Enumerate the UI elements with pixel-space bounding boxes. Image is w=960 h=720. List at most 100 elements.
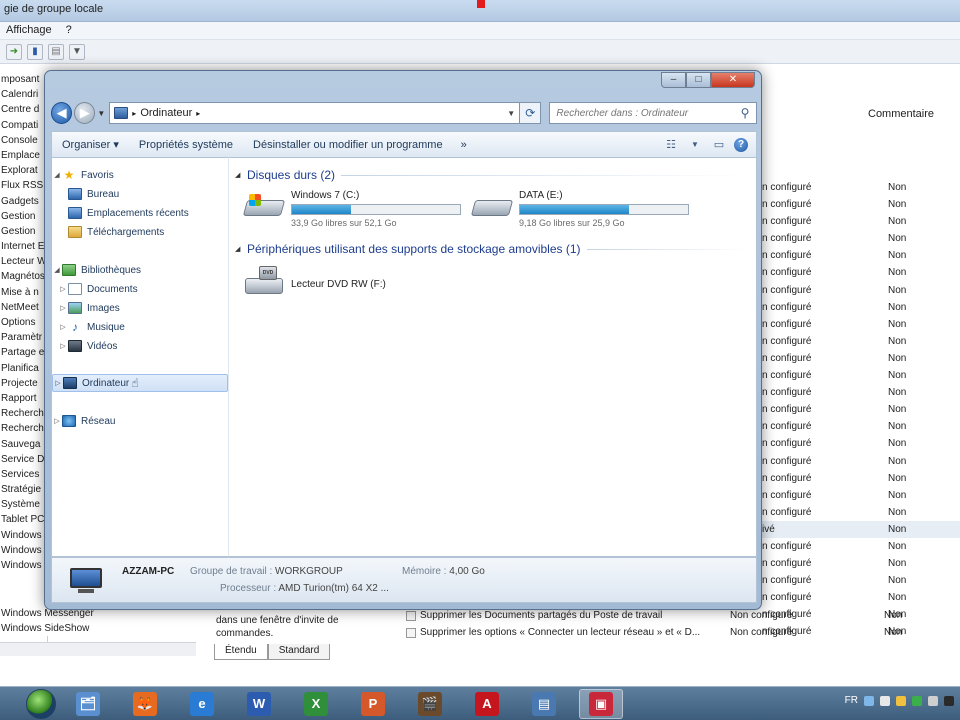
table-row[interactable]: n configuré Non <box>762 316 960 333</box>
back-button[interactable]: ◀ <box>51 102 73 124</box>
table-row[interactable]: n configuré Non <box>762 384 960 401</box>
table-row[interactable]: n configuré Non <box>762 435 960 452</box>
table-row[interactable]: n configuré Non <box>762 350 960 367</box>
recent-pages-dropdown-icon[interactable]: ▼ <box>97 109 105 118</box>
explorer-window-app[interactable]: ▤ <box>522 689 566 719</box>
tray-volume-icon[interactable] <box>928 695 938 706</box>
change-view-icon[interactable]: ☷ <box>662 137 680 153</box>
table-row[interactable]: n configuré Non <box>762 196 960 213</box>
gpedit-tree-scrollbar[interactable] <box>0 642 196 656</box>
table-row[interactable]: n configuré Non <box>762 504 960 521</box>
menu-help[interactable]: ? <box>66 24 72 37</box>
drive-c[interactable]: Windows 7 (C:) 33,9 Go libres sur 52,1 G… <box>242 190 461 230</box>
group-header-removable[interactable]: ◢ Périphériques utilisant des supports d… <box>235 242 747 256</box>
table-row[interactable]: n configuré Non <box>762 282 960 299</box>
address-crumb[interactable]: Ordinateur <box>140 107 192 119</box>
tree-item[interactable]: Calendri <box>0 87 47 102</box>
table-row[interactable]: n configuré Non <box>762 367 960 384</box>
search-icon[interactable]: ⚲ <box>734 106 756 120</box>
system-properties-button[interactable]: Propriétés système <box>129 139 243 151</box>
policy-row[interactable]: Supprimer les Documents partagés du Post… <box>406 608 960 623</box>
chevron-right-icon[interactable]: ▸ <box>196 109 200 118</box>
firefox-app[interactable]: 🦊 <box>123 689 167 719</box>
expand-icon[interactable]: ▷ <box>58 304 68 312</box>
table-row[interactable]: n configuré Non <box>762 264 960 281</box>
table-row[interactable]: n configuré Non <box>762 247 960 264</box>
refresh-button[interactable]: ⟳ <box>520 102 542 124</box>
tree-item[interactable]: Centre d <box>0 102 47 117</box>
table-row[interactable]: n configuré Non <box>762 401 960 418</box>
tray-misc-icon[interactable] <box>944 695 954 706</box>
tree-item[interactable]: Services <box>0 467 47 482</box>
collapse-icon[interactable]: ◢ <box>235 171 247 179</box>
tree-item[interactable]: Recherch <box>0 421 47 436</box>
table-row[interactable]: n configuré Non <box>762 470 960 487</box>
tree-item[interactable]: Projecte <box>0 376 47 391</box>
table-row[interactable]: n configuré Non <box>762 572 960 589</box>
drive-dvd[interactable]: DVD Lecteur DVD RW (F:) <box>245 266 386 306</box>
maximize-button[interactable]: □ <box>686 72 711 88</box>
tree-item[interactable]: Stratégie <box>0 482 47 497</box>
tray-update-icon[interactable] <box>912 695 922 706</box>
media-app[interactable]: 🎬 <box>408 689 452 719</box>
acrobat-app[interactable]: A <box>465 689 509 719</box>
uninstall-program-button[interactable]: Désinstaller ou modifier un programme <box>243 139 453 151</box>
column-state[interactable] <box>760 108 864 128</box>
organize-button[interactable]: Organiser ▾ <box>52 138 129 151</box>
powerpoint-app[interactable]: P <box>351 689 395 719</box>
word-app[interactable]: W <box>237 689 281 719</box>
filter-icon[interactable]: ▼ <box>69 43 85 60</box>
search-input[interactable] <box>556 107 734 119</box>
chevron-right-icon[interactable]: ▸ <box>132 109 136 118</box>
table-row[interactable]: n configuré Non <box>762 230 960 247</box>
tree-item[interactable]: Internet E <box>0 239 47 254</box>
tab-standard[interactable]: Standard <box>267 644 331 660</box>
expand-icon[interactable]: ▷ <box>58 323 68 331</box>
tab-extended[interactable]: Étendu <box>214 644 268 660</box>
export-icon[interactable]: ➜ <box>6 43 22 60</box>
table-row[interactable]: n configuré Non <box>762 538 960 555</box>
tree-item[interactable]: Windows SideShow <box>0 621 196 636</box>
tree-item[interactable]: Gestion <box>0 209 47 224</box>
table-row[interactable]: n configuré Non <box>762 418 960 435</box>
close-button[interactable]: ✕ <box>711 72 755 88</box>
collapse-icon[interactable]: ◢ <box>52 266 62 274</box>
table-row[interactable]: n configuré Non <box>762 179 960 196</box>
table-row[interactable]: n configuré Non <box>762 213 960 230</box>
menu-affichage[interactable]: Affichage <box>6 24 52 37</box>
nav-item-desktop[interactable]: Bureau <box>52 185 228 203</box>
language-indicator[interactable]: FR <box>845 695 858 706</box>
tree-item[interactable]: Gestion <box>0 224 47 239</box>
tree-item[interactable]: Explorat <box>0 163 47 178</box>
tree-item[interactable]: Rapport <box>0 391 47 406</box>
nav-item-libraries[interactable]: ◢ Bibliothèques <box>52 261 228 279</box>
tree-item[interactable]: Emplace <box>0 148 47 163</box>
address-bar[interactable]: ▸ Ordinateur ▸ ▼ <box>109 102 521 124</box>
tree-item[interactable]: Système <box>0 497 47 512</box>
expand-icon[interactable]: ▷ <box>58 342 68 350</box>
preview-pane-icon[interactable]: ▭ <box>710 137 728 153</box>
nav-item-network[interactable]: ▷ Réseau <box>52 412 228 430</box>
expand-icon[interactable]: ▷ <box>53 379 63 387</box>
table-row[interactable]: n configuré Non <box>762 589 960 606</box>
excel-app[interactable]: X <box>294 689 338 719</box>
forward-button[interactable]: ▶ <box>74 102 96 124</box>
collapse-icon[interactable]: ◢ <box>52 171 62 179</box>
expand-icon[interactable]: ▷ <box>52 417 62 425</box>
drive-e[interactable]: DATA (E:) 9,18 Go libres sur 25,9 Go <box>470 190 689 230</box>
tree-item[interactable]: Windows <box>0 543 47 558</box>
nav-item-videos[interactable]: ▷ Vidéos <box>52 337 228 355</box>
nav-item-downloads[interactable]: Téléchargements <box>52 223 228 241</box>
nav-item-computer[interactable]: ▷ Ordinateur ☝ <box>52 374 228 392</box>
tree-item[interactable]: Flux RSS <box>0 178 47 193</box>
nav-item-music[interactable]: ▷ ♪ Musique <box>52 318 228 336</box>
nav-item-favorites[interactable]: ◢ ★ Favoris <box>52 166 228 184</box>
tree-item[interactable]: Partage e <box>0 345 47 360</box>
tree-item[interactable]: Paramètr <box>0 330 47 345</box>
explorer-app[interactable]: 🗂 <box>66 689 110 719</box>
ie-app[interactable]: e <box>180 689 224 719</box>
tree-item[interactable]: mposant <box>0 72 47 87</box>
tree-item[interactable]: Recherch <box>0 406 47 421</box>
tree-item[interactable]: Magnétos <box>0 269 47 284</box>
tray-network-icon[interactable] <box>864 695 874 706</box>
